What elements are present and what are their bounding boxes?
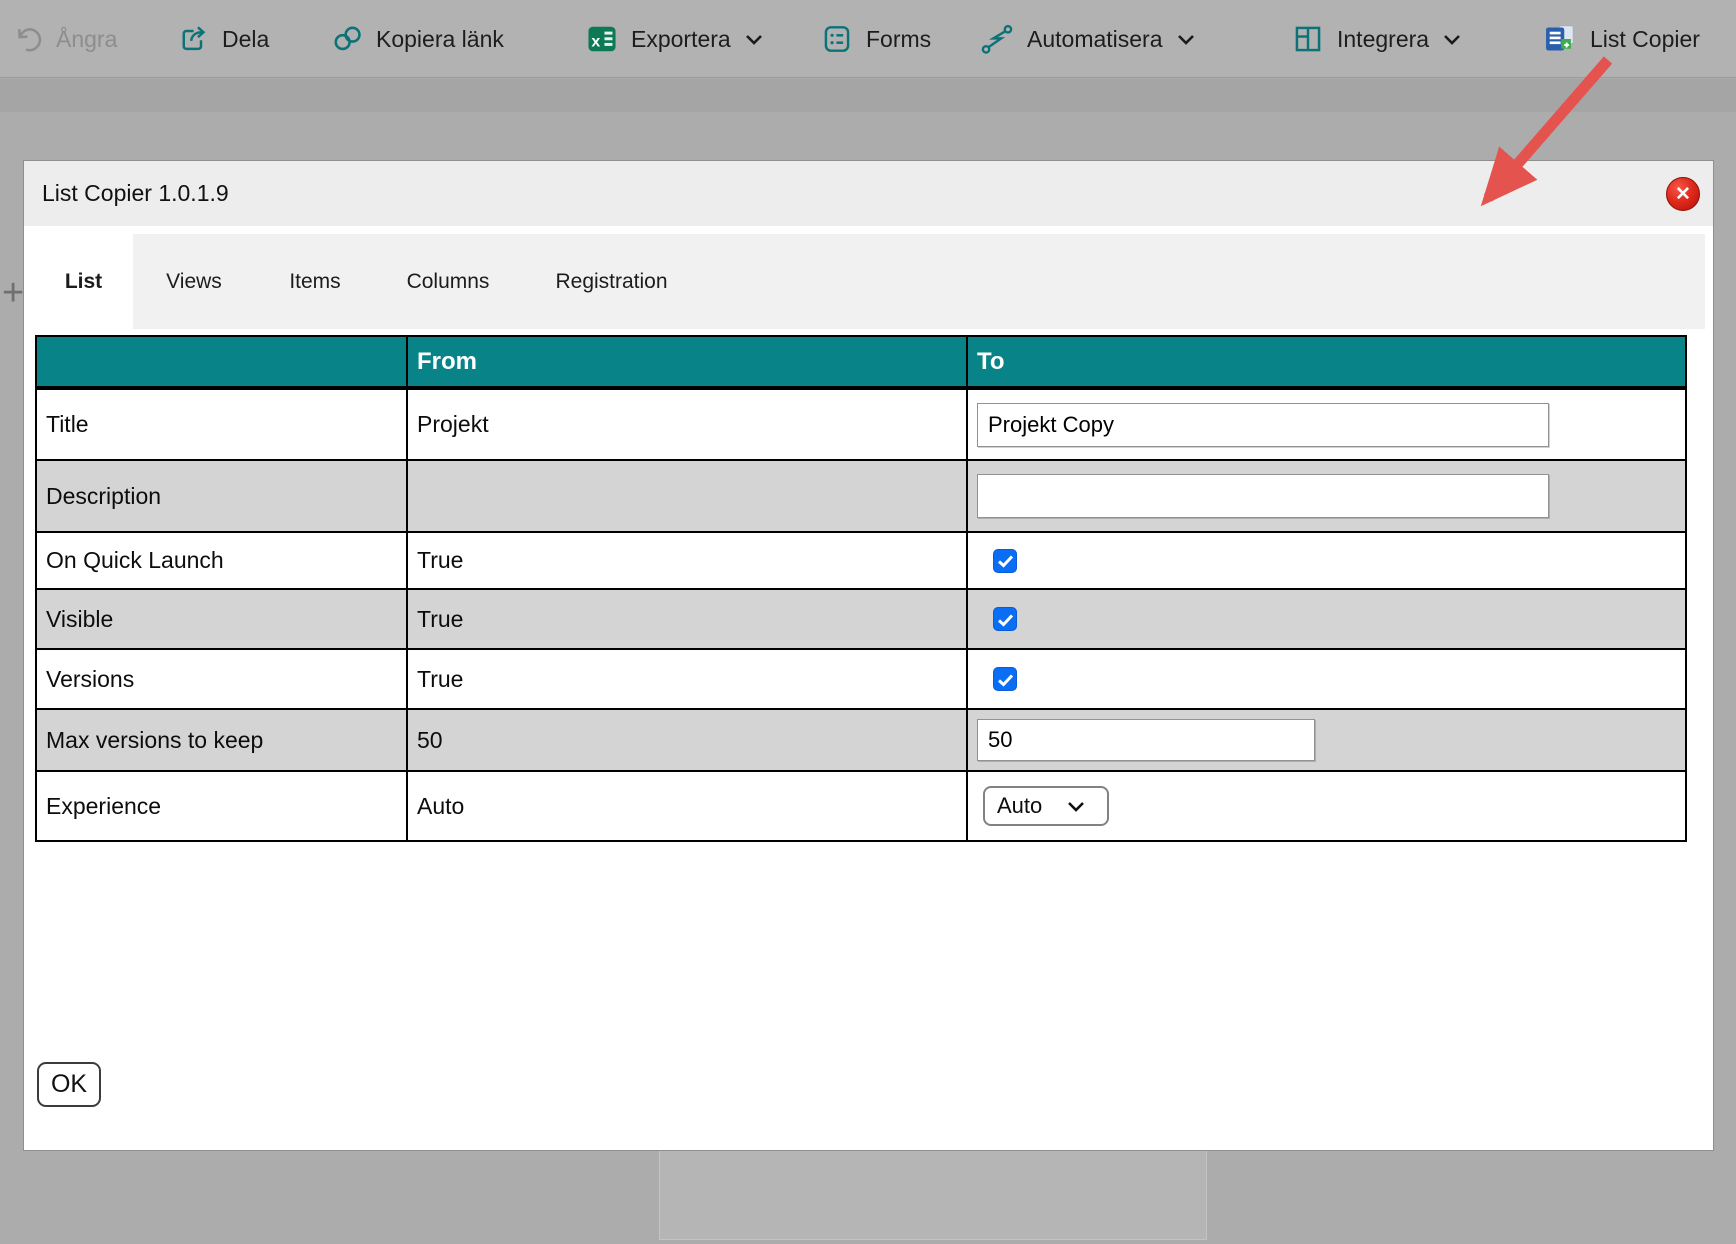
- page-band: [0, 79, 1736, 112]
- link-icon: [331, 23, 363, 55]
- copy-link-label: Kopiera länk: [376, 26, 504, 53]
- table-row: Versions True: [36, 649, 1686, 709]
- table-row: Description: [36, 460, 1686, 532]
- description-input[interactable]: [977, 474, 1549, 518]
- plus-icon: +: [2, 272, 24, 315]
- forms-button[interactable]: Forms: [821, 0, 931, 78]
- list-copier-icon: [1543, 22, 1577, 56]
- share-button[interactable]: Dela: [177, 0, 269, 78]
- row-label: On Quick Launch: [36, 532, 407, 589]
- table-row: On Quick Launch True: [36, 532, 1686, 589]
- row-label: Title: [36, 388, 407, 460]
- table-row: Experience Auto Auto: [36, 771, 1686, 841]
- list-copier-dialog: List Copier 1.0.1.9 ✕ List Views Items C…: [23, 160, 1714, 1151]
- copy-settings-table: From To Title Projekt Description On Qui…: [35, 335, 1687, 842]
- title-input[interactable]: [977, 403, 1549, 447]
- from-value: True: [407, 589, 967, 649]
- undo-label: Ångra: [56, 26, 117, 53]
- from-value: 50: [407, 709, 967, 771]
- table-row: Max versions to keep 50: [36, 709, 1686, 771]
- close-icon[interactable]: ✕: [1666, 177, 1700, 211]
- select-value: Auto: [997, 793, 1042, 819]
- integrate-label: Integrera: [1337, 26, 1429, 53]
- check-icon: [997, 547, 1014, 574]
- page: Ångra Dela Kopiera länk: [0, 0, 1736, 1244]
- table-header-row: From To: [36, 336, 1686, 388]
- export-button[interactable]: x Exportera: [586, 0, 764, 78]
- tab-views[interactable]: Views: [133, 234, 255, 329]
- automate-label: Automatisera: [1027, 26, 1163, 53]
- grid-icon: [1292, 23, 1324, 55]
- table-row: Visible True: [36, 589, 1686, 649]
- share-icon: [177, 23, 209, 55]
- from-value: True: [407, 649, 967, 709]
- undo-icon: [13, 24, 43, 54]
- list-copier-button[interactable]: List Copier: [1543, 0, 1700, 78]
- flow-icon: [980, 23, 1014, 55]
- list-copier-label: List Copier: [1590, 26, 1700, 53]
- row-label: Max versions to keep: [36, 709, 407, 771]
- export-label: Exportera: [631, 26, 731, 53]
- chevron-down-icon: [1442, 32, 1462, 46]
- check-icon: [997, 666, 1014, 693]
- row-label: Description: [36, 460, 407, 532]
- header-blank: [36, 336, 407, 388]
- dialog-titlebar: List Copier 1.0.1.9: [24, 161, 1713, 228]
- forms-label: Forms: [866, 26, 931, 53]
- integrate-button[interactable]: Integrera: [1292, 0, 1462, 78]
- excel-icon: x: [586, 23, 618, 55]
- tab-columns[interactable]: Columns: [375, 234, 521, 329]
- svg-text:x: x: [591, 33, 600, 50]
- chevron-down-icon: [1176, 32, 1196, 46]
- tab-strip: List Views Items Columns Registration: [34, 234, 1705, 329]
- header-from: From: [407, 336, 967, 388]
- tab-list[interactable]: List: [34, 234, 133, 329]
- header-to: To: [967, 336, 1686, 388]
- dialog-title: List Copier 1.0.1.9: [42, 180, 229, 207]
- from-value: Projekt: [407, 388, 967, 460]
- row-label: Versions: [36, 649, 407, 709]
- from-value: Auto: [407, 771, 967, 841]
- table-row: Title Projekt: [36, 388, 1686, 460]
- check-icon: [997, 606, 1014, 633]
- undo-button[interactable]: Ångra: [13, 0, 117, 78]
- automate-button[interactable]: Automatisera: [980, 0, 1196, 78]
- experience-select[interactable]: Auto: [983, 786, 1109, 826]
- from-value: [407, 460, 967, 532]
- row-label: Visible: [36, 589, 407, 649]
- chevron-down-icon: [1066, 793, 1086, 819]
- max-versions-input[interactable]: [977, 719, 1315, 761]
- from-value: True: [407, 532, 967, 589]
- row-label: Experience: [36, 771, 407, 841]
- chevron-down-icon: [744, 32, 764, 46]
- share-label: Dela: [222, 26, 269, 53]
- ok-button[interactable]: OK: [37, 1062, 101, 1107]
- versions-checkbox[interactable]: [993, 667, 1017, 691]
- tab-registration[interactable]: Registration: [521, 234, 702, 329]
- quick-launch-checkbox[interactable]: [993, 549, 1017, 573]
- command-bar: Ångra Dela Kopiera länk: [0, 0, 1736, 78]
- tab-items[interactable]: Items: [255, 234, 375, 329]
- copy-link-button[interactable]: Kopiera länk: [331, 0, 504, 78]
- visible-checkbox[interactable]: [993, 607, 1017, 631]
- forms-icon: [821, 23, 853, 55]
